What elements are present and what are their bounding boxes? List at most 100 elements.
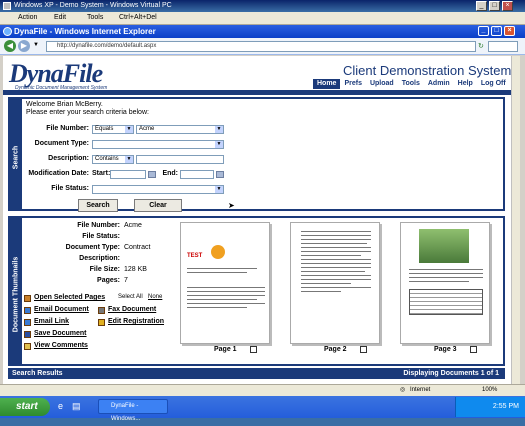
text-line — [187, 272, 247, 273]
ie-close-icon[interactable]: × — [504, 26, 515, 36]
search-tab: Search — [10, 99, 22, 209]
file-number-select[interactable]: Acme ▼ — [136, 125, 224, 134]
taskbar-ie-window[interactable]: DynaFile - Windows... — [98, 399, 168, 422]
nav-admin[interactable]: Admin — [424, 79, 454, 89]
file-number-operator-value: Equals — [95, 126, 114, 132]
quick-launch-ie-icon[interactable]: e — [58, 401, 63, 411]
open-pages-icon — [24, 295, 31, 302]
minimize-icon[interactable]: _ — [476, 1, 487, 11]
text-line — [409, 281, 469, 282]
back-icon[interactable]: ◀ — [4, 40, 16, 52]
search-button[interactable]: Search — [78, 199, 118, 212]
chevron-down-icon: ▼ — [125, 156, 133, 163]
welcome-line: Welcome Brian McBerry. — [26, 101, 103, 108]
text-line — [187, 303, 265, 304]
page-3-thumbnail[interactable] — [400, 222, 490, 344]
text-line — [301, 271, 365, 272]
page-2-thumbnail[interactable] — [290, 222, 380, 344]
table-graphic — [409, 289, 483, 315]
comments-icon — [24, 343, 31, 350]
document-type-label: Document Type: — [34, 140, 89, 147]
page-2-checkbox[interactable] — [360, 346, 367, 353]
text-line — [301, 291, 341, 292]
select-none-link[interactable]: None — [148, 294, 162, 300]
description-operator-select[interactable]: Contains ▼ — [92, 155, 134, 164]
ie-status-bar: ◎ Internet 100% — [0, 384, 525, 396]
info-file-size-label: File Size: — [89, 266, 120, 273]
text-line — [187, 307, 247, 308]
calendar-icon[interactable] — [216, 171, 224, 178]
view-comments-link[interactable]: View Comments — [34, 342, 88, 349]
history-dropdown-icon[interactable]: ▼ — [33, 42, 39, 48]
file-status-label: File Status: — [51, 185, 89, 192]
zoom-label[interactable]: 100% — [482, 385, 497, 396]
results-status-right: Displaying Documents 1 of 1 — [403, 370, 499, 377]
page-2-label: Page 2 — [324, 346, 347, 353]
text-line — [301, 279, 371, 280]
page-1-checkbox[interactable] — [250, 346, 257, 353]
menu-action[interactable]: Action — [18, 14, 37, 21]
clear-button[interactable]: Clear — [134, 199, 182, 212]
chevron-down-icon: ▼ — [215, 186, 223, 193]
vpc-menu-bar: Action Edit Tools Ctrl+Alt+Del — [0, 12, 525, 25]
info-document-type-label: Document Type: — [65, 244, 120, 251]
end-date-input[interactable] — [180, 170, 214, 179]
description-input[interactable] — [136, 155, 224, 164]
nav-prefs[interactable]: Prefs — [340, 79, 366, 89]
open-selected-pages-link[interactable]: Open Selected Pages — [34, 294, 105, 301]
page-scrollbar[interactable] — [511, 56, 520, 384]
forward-icon[interactable]: ▶ — [18, 40, 30, 52]
vpc-title-bar: Windows XP - Demo System - Windows Virtu… — [0, 0, 525, 12]
fax-document-link[interactable]: Fax Document — [108, 306, 156, 313]
start-button[interactable]: start — [0, 398, 50, 416]
save-document-link[interactable]: Save Document — [34, 330, 87, 337]
email-icon — [24, 307, 31, 314]
nav-tools[interactable]: Tools — [398, 79, 424, 89]
maximize-icon[interactable]: □ — [489, 1, 500, 11]
info-pages-value: 7 — [124, 277, 128, 284]
live-search-input[interactable] — [488, 41, 518, 52]
logo-graphic — [211, 245, 225, 259]
text-line — [301, 251, 371, 252]
results-status-left: Search Results — [12, 370, 63, 377]
menu-ctrl-alt-del[interactable]: Ctrl+Alt+Del — [119, 14, 157, 21]
ie-maximize-icon[interactable]: □ — [491, 26, 502, 36]
page-1-thumbnail[interactable]: TEST — [180, 222, 270, 344]
info-file-size-value: 128 KB — [124, 266, 147, 273]
header-divider — [3, 90, 511, 95]
nav-help[interactable]: Help — [454, 79, 477, 89]
chevron-down-icon: ▼ — [215, 141, 223, 148]
description-operator-value: Contains — [95, 156, 119, 162]
calendar-icon[interactable] — [148, 171, 156, 178]
edit-registration-link[interactable]: Edit Registration — [108, 318, 164, 325]
save-icon — [24, 331, 31, 338]
menu-edit[interactable]: Edit — [54, 14, 66, 21]
refresh-icon[interactable]: ↻ — [478, 42, 484, 50]
welcome-text: Welcome Brian McBerry. Please enter your… — [26, 101, 149, 117]
text-line — [301, 247, 371, 248]
url-input[interactable]: http://dynafile.com/demo/default.aspx — [46, 41, 476, 52]
text-line — [301, 287, 371, 288]
nav-home[interactable]: Home — [313, 79, 341, 89]
nav-upload[interactable]: Upload — [366, 79, 398, 89]
ie-minimize-icon[interactable]: _ — [478, 26, 489, 36]
start-date-input[interactable] — [110, 170, 146, 179]
page-3-checkbox[interactable] — [470, 346, 477, 353]
photo-graphic — [419, 229, 469, 263]
menu-tools[interactable]: Tools — [87, 14, 103, 21]
file-number-operator-select[interactable]: Equals ▼ — [92, 125, 134, 134]
email-link-link[interactable]: Email Link — [34, 318, 69, 325]
results-status-bar: Search Results Displaying Documents 1 of… — [8, 368, 505, 379]
email-document-link[interactable]: Email Document — [34, 306, 89, 313]
document-type-select[interactable]: ▼ — [92, 140, 224, 149]
text-line — [187, 268, 257, 269]
close-icon[interactable]: × — [502, 1, 513, 11]
select-all-link[interactable]: Select All — [118, 294, 143, 300]
file-status-select[interactable]: ▼ — [92, 185, 224, 194]
file-number-value: Acme — [139, 126, 155, 132]
nav-log-off[interactable]: Log Off — [477, 79, 510, 89]
info-document-type-value: Contract — [124, 244, 151, 251]
quick-launch-folder-icon[interactable]: ▤ — [72, 401, 81, 412]
text-line — [301, 263, 371, 264]
info-file-status-label: File Status: — [82, 233, 120, 240]
